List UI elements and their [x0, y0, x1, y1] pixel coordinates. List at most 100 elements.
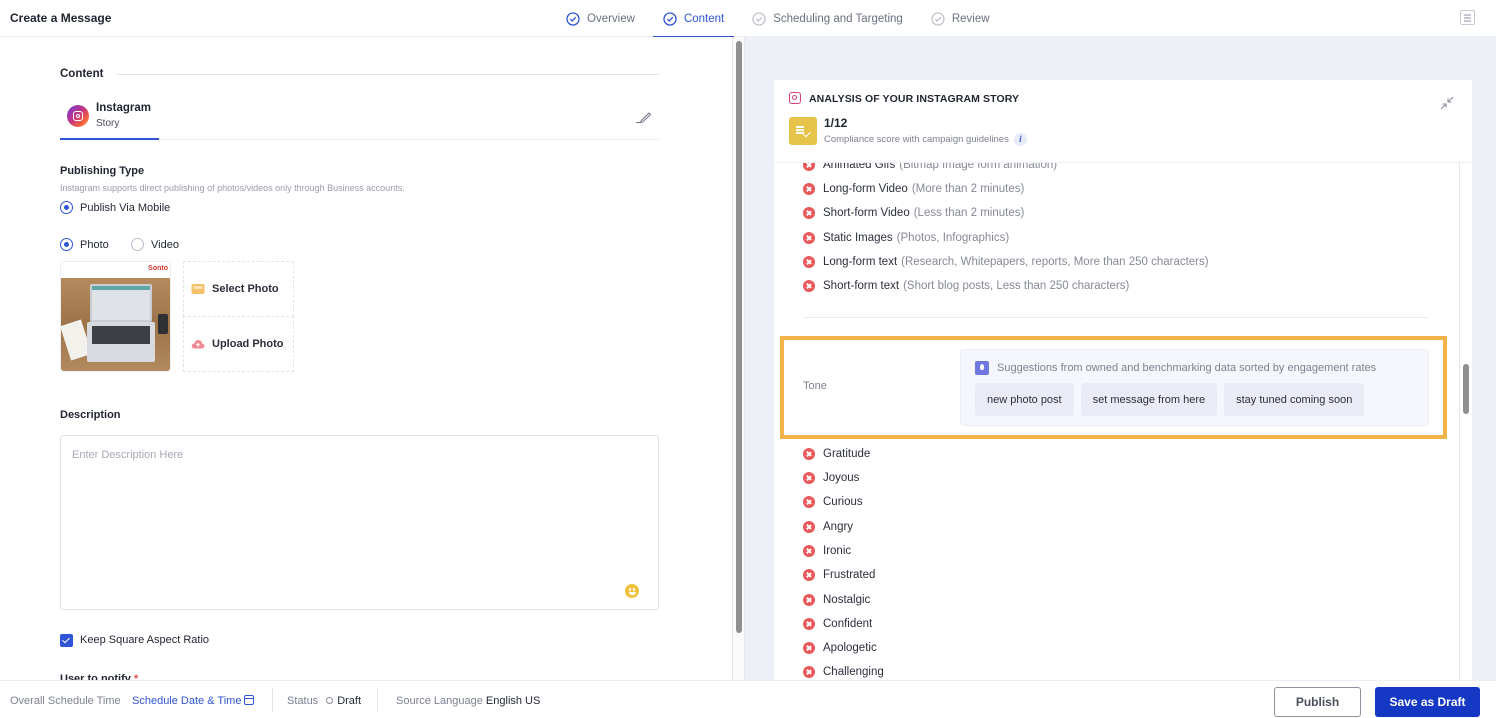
- page-title: Create a Message: [10, 11, 112, 25]
- fail-icon: [803, 545, 815, 557]
- fail-icon: [803, 472, 815, 484]
- list-item: Static Images (Photos, Infographics): [803, 232, 1009, 244]
- emoji-icon[interactable]: [625, 584, 639, 598]
- list-item: Angry: [803, 521, 853, 533]
- footer-divider: [377, 688, 378, 712]
- description-input[interactable]: Enter Description Here: [60, 435, 659, 610]
- analysis-card: ANALYSIS OF YOUR INSTAGRAM STORY 1/12 Co…: [774, 80, 1472, 680]
- required-marker: *: [133, 673, 139, 680]
- calendar-icon: [244, 695, 255, 705]
- suggestions-header: Suggestions from owned and benchmarking …: [997, 362, 1377, 374]
- fail-icon: [803, 642, 815, 654]
- list-item: Long-form Video (More than 2 minutes): [803, 183, 1024, 195]
- analysis-title: ANALYSIS OF YOUR INSTAGRAM STORY: [809, 93, 1020, 105]
- channel-name: Instagram: [96, 102, 151, 114]
- left-pane-scrollbar[interactable]: [732, 37, 745, 680]
- step-label: Review: [951, 12, 990, 25]
- radio-button[interactable]: [60, 238, 73, 251]
- top-bar: Create a Message Overview Content Schedu…: [0, 0, 1496, 38]
- photo-radio[interactable]: Photo: [60, 238, 109, 251]
- keep-square-checkbox[interactable]: [60, 634, 73, 647]
- content-section-title: Content: [60, 68, 104, 80]
- fail-icon: [803, 183, 815, 195]
- keep-square-label: Keep Square Aspect Ratio: [80, 634, 210, 646]
- step-label: Content: [683, 12, 725, 25]
- fail-icon: [803, 618, 815, 630]
- suggestion-chip[interactable]: stay tuned coming soon: [1224, 383, 1365, 416]
- scrollbar-thumb[interactable]: [736, 41, 742, 633]
- cloud-upload-icon: [191, 340, 205, 349]
- description-placeholder: Enter Description Here: [72, 449, 184, 461]
- step-content[interactable]: Content: [652, 0, 735, 38]
- check-circle-icon: [663, 11, 677, 26]
- channel-type: Story: [96, 118, 120, 129]
- fail-icon: [803, 666, 815, 678]
- schedule-date-time-link[interactable]: Schedule Date & Time: [132, 695, 255, 707]
- upload-photo-label: Upload Photo: [212, 338, 284, 350]
- inbox-icon: [191, 284, 205, 294]
- suggestion-chips: new photo post set message from here sta…: [975, 383, 1371, 416]
- lightbulb-icon: [975, 361, 989, 375]
- compliance-score-desc: Compliance score with campaign guideline…: [824, 133, 1027, 146]
- list-item: Joyous: [803, 472, 859, 484]
- tone-suggestions-highlight: Tone Suggestions from owned and benchmar…: [780, 336, 1447, 439]
- fail-icon: [803, 232, 815, 244]
- list-item: Confident: [803, 618, 872, 630]
- section-divider: [117, 74, 659, 75]
- footer-divider: [272, 688, 273, 712]
- radio-button[interactable]: [131, 238, 144, 251]
- step-label: Overview: [587, 12, 635, 25]
- radio-button[interactable]: [60, 201, 73, 214]
- analysis-scrollbar[interactable]: [1459, 158, 1472, 680]
- video-radio[interactable]: Video: [131, 238, 179, 251]
- content-editor-pane: Content Instagram Story Publishing Type …: [0, 37, 732, 680]
- publish-via-mobile-radio[interactable]: Publish Via Mobile: [60, 201, 170, 214]
- status: Status Draft: [287, 695, 362, 707]
- list-item: Ironic: [803, 545, 851, 557]
- suggestions-panel: Suggestions from owned and benchmarking …: [960, 349, 1429, 426]
- fail-icon: [803, 256, 815, 268]
- step-scheduling-targeting[interactable]: Scheduling and Targeting: [742, 0, 913, 37]
- section-divider: [803, 317, 1428, 318]
- analysis-pane: ANALYSIS OF YOUR INSTAGRAM STORY 1/12 Co…: [745, 37, 1496, 680]
- notes-icon[interactable]: [1460, 10, 1475, 25]
- list-item: Gratitude: [803, 448, 870, 460]
- photo-thumbnail[interactable]: Sonto: [60, 261, 171, 372]
- status-value: Draft: [337, 695, 362, 707]
- scrollbar-thumb[interactable]: [1463, 364, 1469, 414]
- step-review[interactable]: Review: [921, 0, 1000, 37]
- info-icon[interactable]: i: [1013, 133, 1027, 146]
- instagram-icon: [67, 105, 89, 127]
- tab-divider: [159, 139, 659, 140]
- stepper: Overview Content Scheduling and Targetin…: [556, 0, 1008, 38]
- source-language: Source Language English US: [396, 695, 541, 707]
- status-dot-icon: [326, 697, 334, 704]
- laptop-photo: [61, 278, 170, 371]
- select-photo-button[interactable]: Select Photo: [183, 261, 294, 317]
- select-photo-label: Select Photo: [212, 283, 279, 295]
- suggestion-chip[interactable]: set message from here: [1080, 383, 1218, 416]
- suggestion-chip[interactable]: new photo post: [975, 383, 1074, 416]
- fail-icon: [803, 496, 815, 508]
- list-item: Frustrated: [803, 569, 875, 581]
- publish-button[interactable]: Publish: [1274, 687, 1361, 717]
- pencil-icon[interactable]: [634, 109, 652, 123]
- radio-label: Video: [151, 238, 179, 251]
- fail-icon: [803, 569, 815, 581]
- publishing-type-label: Publishing Type: [60, 165, 145, 177]
- fail-icon: [803, 448, 815, 460]
- channel-tab-instagram-story[interactable]: Instagram Story: [60, 95, 159, 140]
- footer-bar: Overall Schedule Time Schedule Date & Ti…: [0, 680, 1496, 718]
- brand-logo: Sonto: [148, 265, 168, 272]
- step-overview[interactable]: Overview: [556, 0, 645, 37]
- list-item: Short-form Video (Less than 2 minutes): [803, 207, 1024, 219]
- list-item: Curious: [803, 496, 863, 508]
- radio-label: Publish Via Mobile: [80, 201, 171, 214]
- fail-icon: [803, 280, 815, 292]
- list-item: Challenging: [803, 666, 884, 678]
- list-item: Short-form text (Short blog posts, Less t…: [803, 280, 1129, 292]
- save-as-draft-button[interactable]: Save as Draft: [1375, 687, 1480, 717]
- collapse-icon[interactable]: [1440, 96, 1454, 110]
- check-circle-icon: [752, 11, 766, 26]
- upload-photo-button[interactable]: Upload Photo: [183, 316, 294, 372]
